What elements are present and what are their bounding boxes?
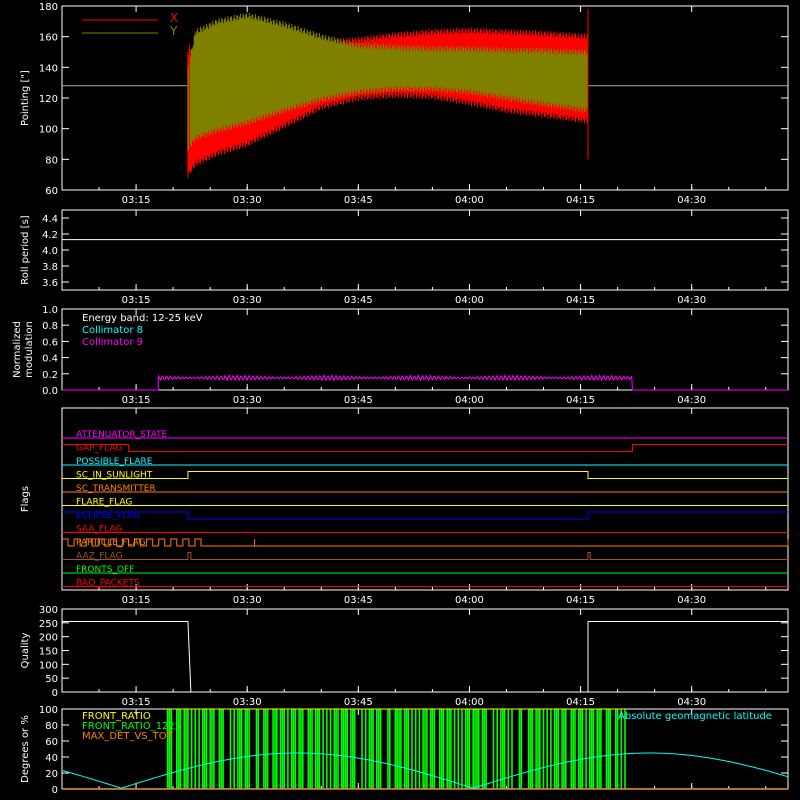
y-tick-label: 0.4 [42,354,58,365]
y-tick-label: 80 [45,721,58,732]
y-tick-label: 0 [52,688,58,699]
x-tick-label: 04:15 [566,195,595,206]
y-tick-label: 100 [39,705,58,716]
y-tick-label: 200 [39,633,58,644]
x-tick-label: 04:00 [455,395,484,406]
y-tick-label: 0.0 [42,386,58,397]
y-tick-label: 60 [45,186,58,197]
x-tick-label: 04:15 [566,295,595,306]
legend-y: Y [169,24,178,38]
y-axis-label: Flags [20,486,31,512]
y-tick-label: 100 [39,660,58,671]
y-tick-label: 100 [39,125,58,136]
x-tick-label: 03:30 [233,595,262,606]
legend-geomag-latitude: Absolute geomagnetic latitude [618,711,772,722]
y-tick-label: 0 [52,785,58,796]
y-tick-label: 80 [45,155,58,166]
y-tick-label: 4.0 [42,246,58,257]
y-tick-label: 40 [45,753,58,764]
x-tick-label: 04:00 [455,697,484,708]
x-tick-label: 04:15 [566,595,595,606]
y-tick-label: 0.2 [42,370,58,381]
x-tick-label: 03:30 [233,697,262,708]
x-tick-label: 04:15 [566,697,595,708]
y-tick-label: 20 [45,769,58,780]
figure: 03:15 03:30 03:45 04:00 04:15 04:30 60 80 100 120… [0,0,800,800]
x-tick-label: 04:30 [677,295,706,306]
y-axis-label: Degrees or % [20,715,31,783]
x-tick-label: 03:45 [344,595,373,606]
legend-energy-band: Energy band: 12-25 keV [82,313,203,324]
y-tick-label: 0.8 [42,321,58,332]
y-tick-label: 140 [39,63,58,74]
x-tick-label: 03:45 [344,195,373,206]
legend-collimator-9: Collimator 9 [82,337,143,348]
x-tick-label: 04:30 [677,395,706,406]
legend-max-det: MAX_DET_VS_TOT [82,731,174,742]
y-axis-label-2: modulation [24,321,35,378]
x-tick-label: 03:30 [233,295,262,306]
y-tick-label: 3.8 [42,262,58,273]
x-tick-label: 04:30 [677,697,706,708]
y-axis-label-1: Normalized [12,321,23,378]
y-tick-label: 250 [39,619,58,630]
y-tick-label: 3.6 [42,278,58,289]
y-tick-label: 1.0 [42,305,58,316]
x-tick-label: 03:15 [122,395,151,406]
y-tick-label: 50 [45,674,58,685]
x-tick-label: 04:00 [455,295,484,306]
y-axis-label: Roll period [s] [20,215,31,284]
x-tick-label: 03:15 [122,195,151,206]
y-tick-label: 60 [45,737,58,748]
x-tick-label: 04:00 [455,595,484,606]
x-tick-label: 03:30 [233,395,262,406]
y-tick-label: 4.4 [42,214,58,225]
x-tick-label: 03:30 [233,195,262,206]
x-tick-label: 04:15 [566,395,595,406]
legend-collimator-8: Collimator 8 [82,325,143,336]
y-tick-label: 150 [39,647,58,658]
y-tick-label: 300 [39,605,58,616]
x-tick-label: 04:30 [677,595,706,606]
y-tick-label: 120 [39,94,58,105]
x-tick-label: 03:45 [344,295,373,306]
x-tick-label: 03:15 [122,697,151,708]
y-tick-label: 180 [39,2,58,13]
x-tick-label: 03:45 [344,395,373,406]
x-tick-label: 03:15 [122,295,151,306]
y-tick-label: 0.6 [42,337,58,348]
x-tick-label: 03:15 [122,595,151,606]
x-tick-label: 03:45 [344,697,373,708]
legend-x: X [170,11,178,25]
y-tick-label: 4.2 [42,230,58,241]
y-axis-label: Quality [20,633,31,669]
y-axis-label: Pointing ["] [20,70,31,126]
x-tick-label: 04:00 [455,195,484,206]
x-tick-label: 04:30 [677,195,706,206]
y-tick-label: 160 [39,33,58,44]
